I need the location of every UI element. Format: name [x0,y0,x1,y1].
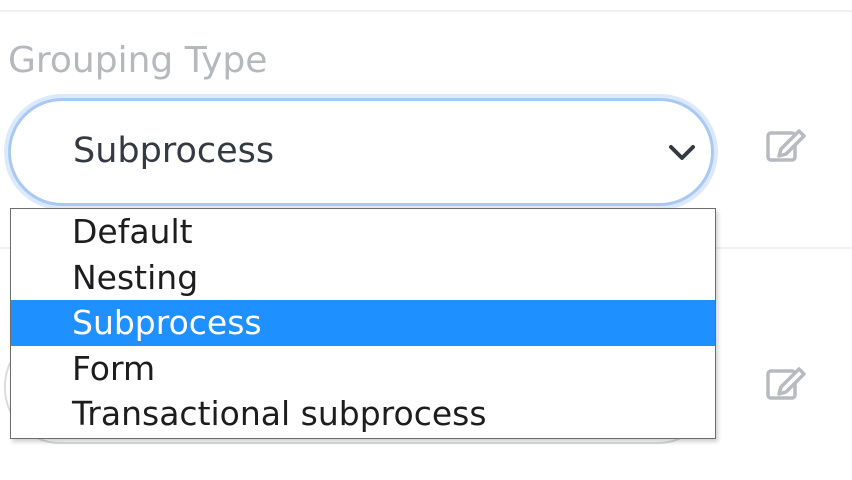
chevron-down-icon[interactable] [665,135,699,169]
grouping-type-label: Grouping Type [8,40,268,81]
option-transactional-subprocess[interactable]: Transactional subprocess [11,391,715,437]
grouping-type-select[interactable]: Subprocess [8,98,714,206]
option-form[interactable]: Form [11,346,715,392]
option-nesting[interactable]: Nesting [11,255,715,301]
edit-icon[interactable] [763,360,809,406]
select-value: Subprocess [73,131,275,171]
edit-icon[interactable] [763,122,809,168]
grouping-type-dropdown-list: Default Nesting Subprocess Form Transact… [10,208,716,439]
properties-panel: Grouping Type Subprocess Default Nesting… [0,0,852,480]
divider [0,10,852,12]
option-default[interactable]: Default [11,209,715,255]
option-subprocess[interactable]: Subprocess [11,300,715,346]
